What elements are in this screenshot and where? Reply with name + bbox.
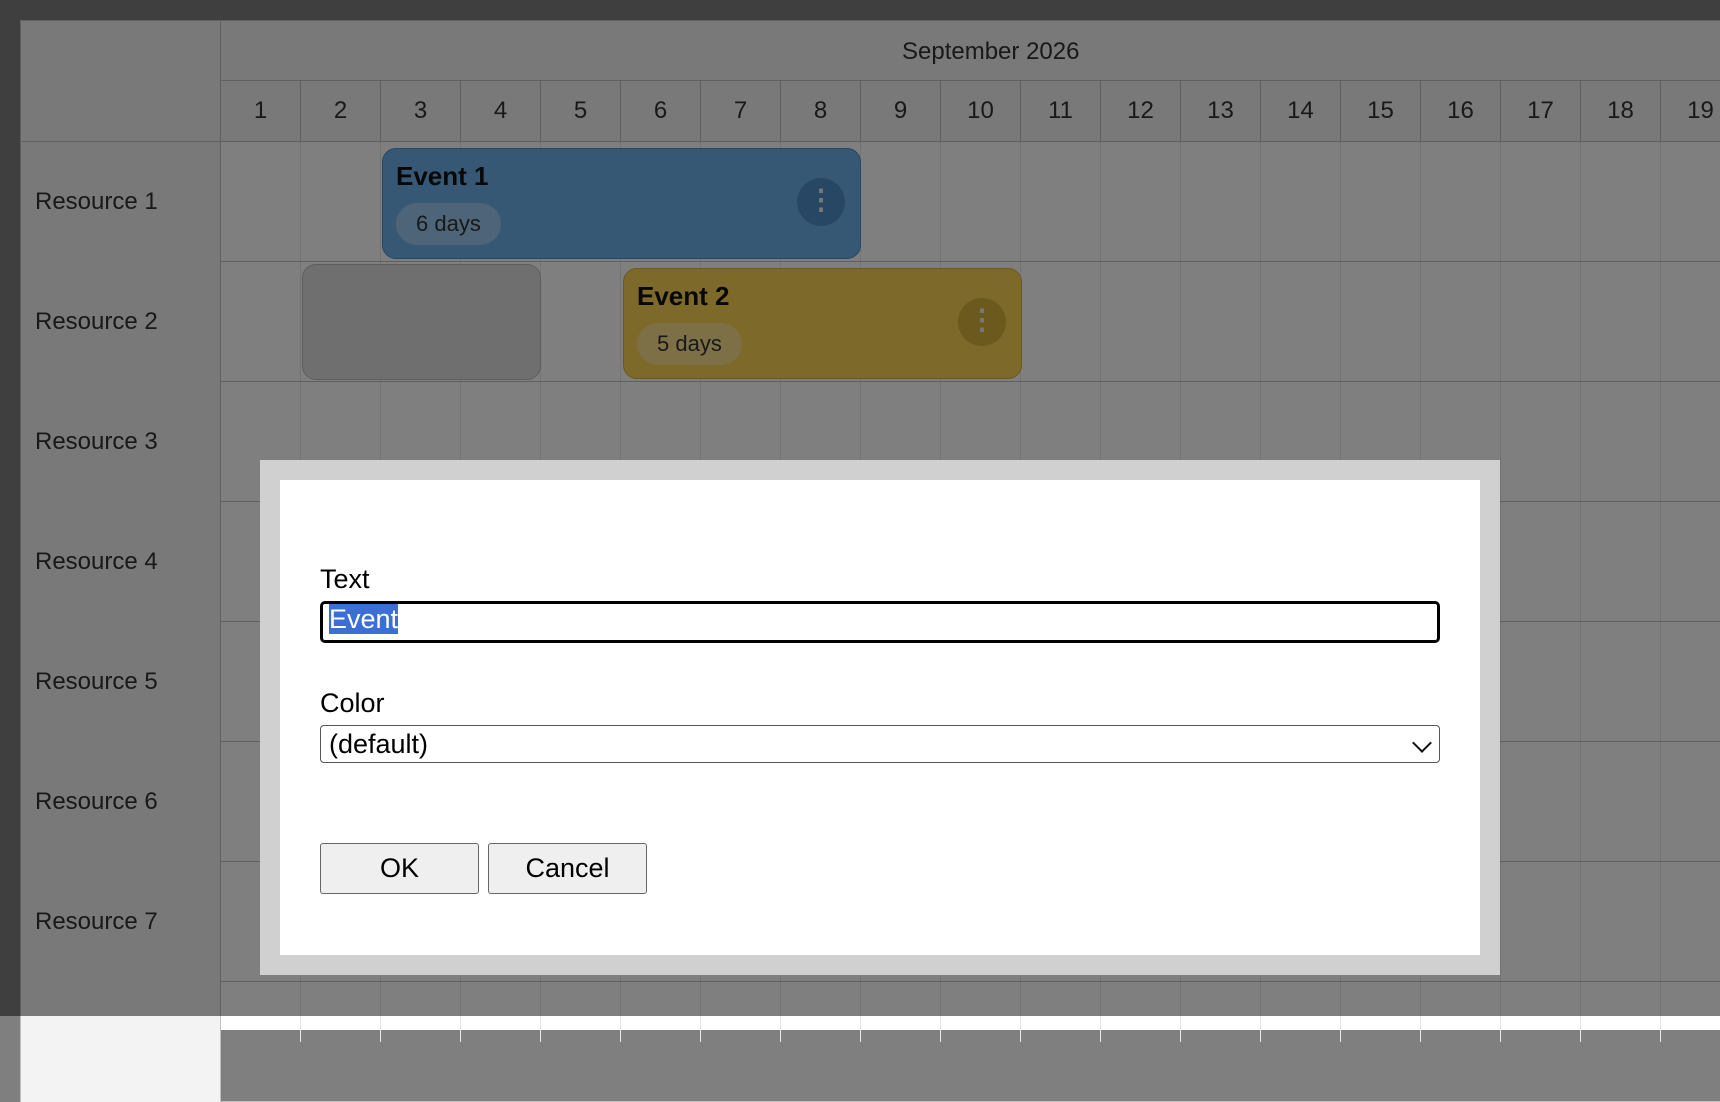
- text-label: Text: [320, 564, 370, 594]
- color-select[interactable]: (default): [320, 725, 1440, 763]
- edit-event-dialog: Text Event Color (default) OK Cancel: [260, 460, 1500, 975]
- ok-button[interactable]: OK: [320, 843, 479, 894]
- cancel-button[interactable]: Cancel: [488, 843, 647, 894]
- chevron-down-icon: [1412, 733, 1432, 753]
- text-field[interactable]: Event: [320, 601, 1440, 643]
- color-label: Color: [320, 688, 385, 718]
- text-field-value: Event: [329, 604, 399, 634]
- dialog-body: Text Event Color (default) OK Cancel: [280, 480, 1480, 955]
- color-select-value: (default): [329, 729, 429, 759]
